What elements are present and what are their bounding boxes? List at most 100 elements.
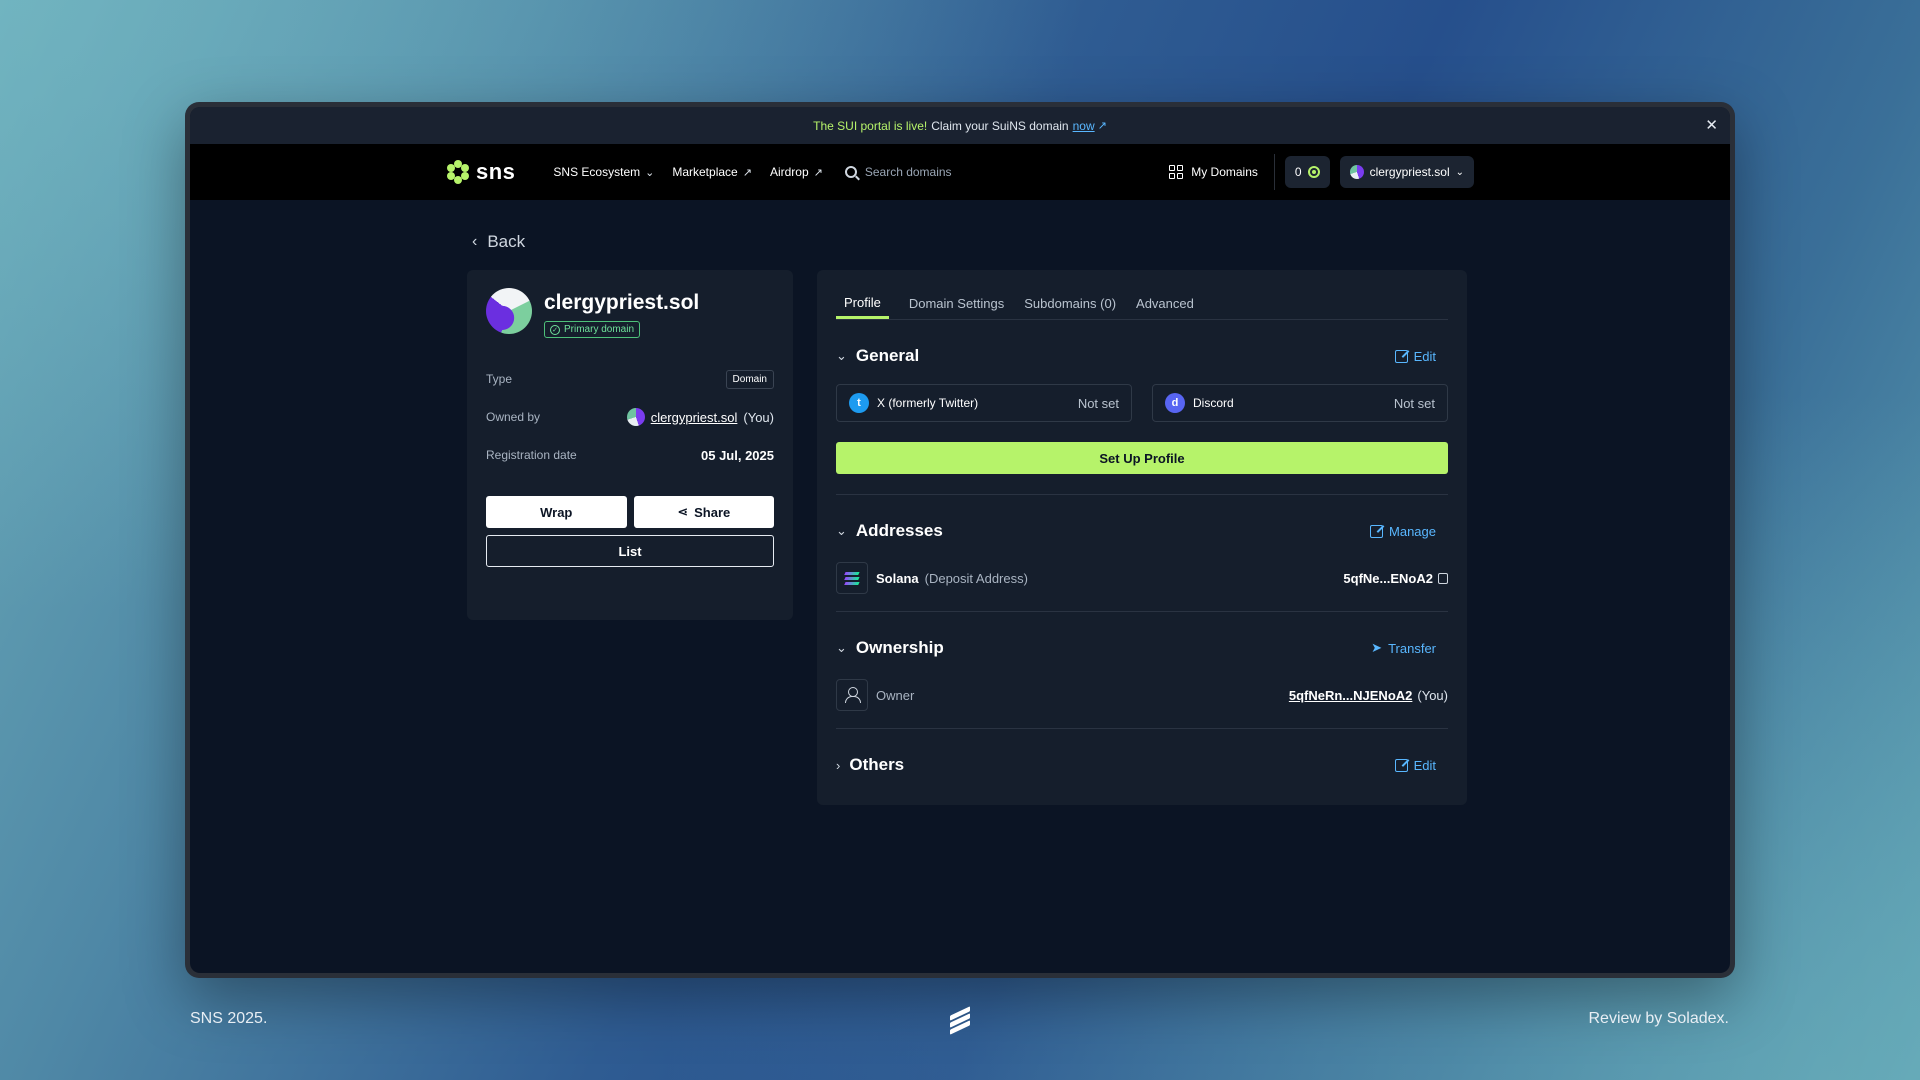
footer-right: Review by Soladex.: [1588, 1010, 1729, 1027]
social-label: X (formerly Twitter): [877, 396, 979, 410]
tab-advanced[interactable]: Advanced: [1136, 296, 1194, 319]
announcement-link[interactable]: now: [1073, 119, 1095, 133]
addresses-toggle[interactable]: ⌄ Addresses: [836, 521, 943, 541]
sns-logo-icon: [446, 160, 470, 184]
tab-domain-settings[interactable]: Domain Settings: [909, 296, 1004, 319]
points-button[interactable]: 0: [1284, 156, 1330, 188]
soladex-logo-icon: [948, 1006, 972, 1035]
others-toggle[interactable]: › Others: [836, 755, 904, 775]
logo-text: sns: [476, 159, 516, 184]
nav-airdrop[interactable]: Airdrop ↗: [770, 165, 823, 179]
nav-links: SNS Ecosystem ⌄ Marketplace ↗ Airdrop ↗: [553, 165, 822, 179]
external-link-icon: ↗: [1097, 120, 1107, 132]
section-title: General: [855, 346, 920, 365]
nav-link-label: Marketplace: [672, 165, 738, 179]
share-icon: ⋖: [677, 504, 689, 519]
section-title: Ownership: [855, 638, 944, 657]
chevron-right-icon: ›: [836, 757, 841, 773]
copy-icon[interactable]: [1438, 572, 1448, 584]
chain-name: Solana: [876, 570, 919, 586]
type-row: Type Domain: [486, 360, 774, 398]
chevron-down-icon: ⌄: [645, 166, 655, 179]
general-toggle[interactable]: ⌄ General: [836, 346, 919, 366]
ownership-header: ⌄ Ownership ➤ Transfer: [836, 630, 1448, 666]
type-label: Type: [486, 372, 513, 386]
account-menu[interactable]: clergypriest.sol ⌄: [1339, 156, 1474, 188]
share-button[interactable]: ⋖ Share: [633, 496, 774, 528]
search-icon: [844, 166, 857, 178]
ownership-toggle[interactable]: ⌄ Ownership: [836, 638, 944, 658]
wrap-button[interactable]: Wrap: [486, 496, 627, 528]
back-label: Back: [487, 232, 526, 251]
edit-icon: [1394, 758, 1408, 772]
badge-label: Primary domain: [564, 324, 635, 335]
twitter-field[interactable]: t X (formerly Twitter) Not set: [836, 384, 1132, 422]
nav-link-label: SNS Ecosystem: [553, 165, 641, 179]
my-domains-label: My Domains: [1191, 165, 1258, 179]
points-count: 0: [1294, 165, 1302, 179]
edit-general-button[interactable]: Edit: [1394, 348, 1436, 364]
address-row: Solana (Deposit Address) 5qfNe...ENoA2: [836, 561, 1448, 595]
main-content: ‹ Back clergypriest.sol ✓ Primary domain: [190, 200, 1730, 973]
logo[interactable]: sns: [446, 159, 515, 185]
addresses-header: ⌄ Addresses Manage: [836, 513, 1448, 549]
tab-profile[interactable]: Profile: [836, 295, 889, 319]
domain-header: clergypriest.sol ✓ Primary domain: [486, 288, 774, 338]
nav-marketplace[interactable]: Marketplace ↗: [672, 165, 752, 179]
addresses-section: ⌄ Addresses Manage Solana (Deposit Addre…: [836, 513, 1448, 612]
owner-you: (You): [1417, 687, 1448, 703]
social-fields: t X (formerly Twitter) Not set d Discord…: [836, 384, 1448, 422]
owned-by-row: Owned by clergypriest.sol (You): [486, 398, 774, 436]
domain-name: clergypriest.sol: [544, 291, 700, 314]
action-label: Transfer: [1388, 640, 1436, 656]
transfer-button[interactable]: ➤ Transfer: [1371, 640, 1436, 656]
registration-label: Registration date: [486, 448, 577, 462]
chevron-left-icon: ‹: [472, 233, 478, 250]
external-link-icon: ↗: [813, 166, 823, 179]
others-header: › Others Edit: [836, 747, 1448, 783]
social-value: Not set: [1393, 395, 1435, 411]
primary-domain-badge: ✓ Primary domain: [544, 321, 641, 338]
address-text: 5qfNe...ENoA2: [1343, 570, 1433, 586]
search-input[interactable]: Search domains: [844, 165, 1125, 179]
nav-link-label: Airdrop: [769, 165, 809, 179]
social-label: Discord: [1193, 396, 1234, 410]
section-title: Addresses: [855, 521, 943, 540]
owner-link[interactable]: clergypriest.sol: [651, 410, 738, 425]
chevron-down-icon: ⌄: [836, 640, 847, 655]
avatar: [626, 408, 645, 426]
close-icon[interactable]: ✕: [1705, 116, 1718, 134]
social-value: Not set: [1077, 395, 1119, 411]
search-placeholder: Search domains: [864, 165, 952, 179]
footer-left: SNS 2025.: [190, 1010, 268, 1027]
edit-others-button[interactable]: Edit: [1394, 758, 1436, 773]
owner-address: 5qfNeRn...NJENoA2 (You): [1289, 688, 1448, 703]
registration-date: 05 Jul, 2025: [701, 447, 774, 463]
manage-addresses-button[interactable]: Manage: [1370, 524, 1436, 539]
my-domains-button[interactable]: My Domains: [1169, 154, 1275, 190]
set-up-profile-button[interactable]: Set Up Profile: [836, 442, 1448, 474]
top-nav: sns SNS Ecosystem ⌄ Marketplace ↗ Airdro…: [190, 144, 1730, 200]
announcement-text: Claim your SuiNS domain: [931, 118, 1069, 133]
domain-card: clergypriest.sol ✓ Primary domain Type D…: [467, 270, 793, 620]
discord-field[interactable]: d Discord Not set: [1152, 384, 1448, 422]
avatar: [1349, 165, 1364, 179]
nav-sns-ecosystem[interactable]: SNS Ecosystem ⌄: [553, 165, 654, 179]
nav-right: My Domains 0 clergypriest.sol ⌄: [1169, 144, 1474, 200]
address-note: (Deposit Address): [924, 570, 1028, 586]
announcement-bar: The SUI portal is live! Claim your SuiNS…: [190, 107, 1730, 144]
chevron-down-icon: ⌄: [1455, 166, 1464, 178]
account-name: clergypriest.sol: [1369, 165, 1450, 179]
action-buttons: Wrap ⋖ Share: [486, 496, 774, 528]
owned-by-label: Owned by: [486, 410, 541, 424]
announcement-highlight: The SUI portal is live!: [813, 118, 928, 133]
action-label: Edit: [1413, 348, 1436, 364]
owner-address-link[interactable]: 5qfNeRn...NJENoA2: [1289, 688, 1413, 703]
list-button[interactable]: List: [486, 535, 774, 567]
tab-subdomains[interactable]: Subdomains (0): [1024, 296, 1116, 319]
external-link-icon: ↗: [742, 166, 752, 179]
grid-icon: [1169, 165, 1184, 179]
back-button[interactable]: ‹ Back: [472, 232, 525, 252]
send-icon: ➤: [1371, 640, 1383, 655]
browser-frame: The SUI portal is live! Claim your SuiNS…: [185, 102, 1735, 978]
